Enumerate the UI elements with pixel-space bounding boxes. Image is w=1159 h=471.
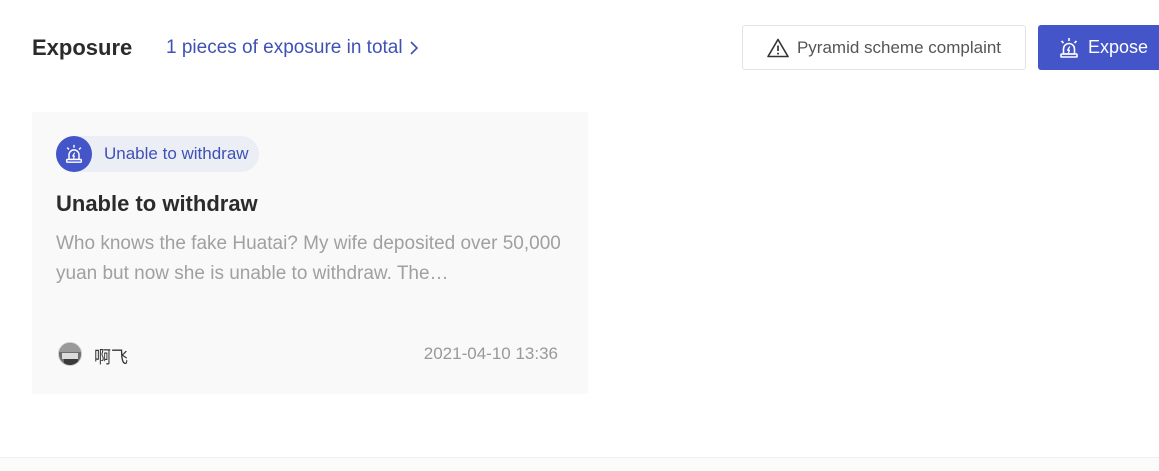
page-title: Exposure bbox=[32, 35, 133, 60]
exposure-card[interactable]: Unable to withdraw Unable to withdraw Wh… bbox=[32, 112, 588, 394]
chevron-right-icon bbox=[410, 41, 418, 55]
pyramid-scheme-complaint-button[interactable]: Pyramid scheme complaint bbox=[742, 25, 1026, 70]
alarm-siren-icon bbox=[1060, 37, 1078, 58]
exposure-description: Who knows the fake Huatai? My wife depos… bbox=[56, 233, 561, 284]
alarm-siren-icon bbox=[56, 136, 92, 172]
total-exposure-link[interactable]: 1 pieces of exposure in total bbox=[166, 36, 419, 60]
expose-button-label: Expose bbox=[1088, 37, 1149, 57]
page-header: Exposure 1 pieces of exposure in total P… bbox=[0, 0, 1159, 96]
exposure-footer: 啊飞 2021-04-10 13:36 bbox=[56, 340, 558, 368]
user-avatar bbox=[58, 342, 82, 366]
exposure-tag-label: Unable to withdraw bbox=[104, 144, 249, 163]
warning-triangle-icon bbox=[767, 38, 789, 57]
total-exposure-label: 1 pieces of exposure in total bbox=[166, 37, 403, 58]
post-timestamp: 2021-04-10 13:36 bbox=[423, 344, 558, 363]
complaint-button-label: Pyramid scheme complaint bbox=[796, 37, 1002, 57]
author-name: 啊飞 bbox=[94, 348, 128, 368]
bottom-divider bbox=[0, 457, 1159, 471]
expose-button[interactable]: Expose bbox=[1038, 25, 1159, 70]
exposure-category-tag: Unable to withdraw bbox=[56, 136, 259, 172]
exposure-title: Unable to withdraw bbox=[56, 191, 258, 216]
